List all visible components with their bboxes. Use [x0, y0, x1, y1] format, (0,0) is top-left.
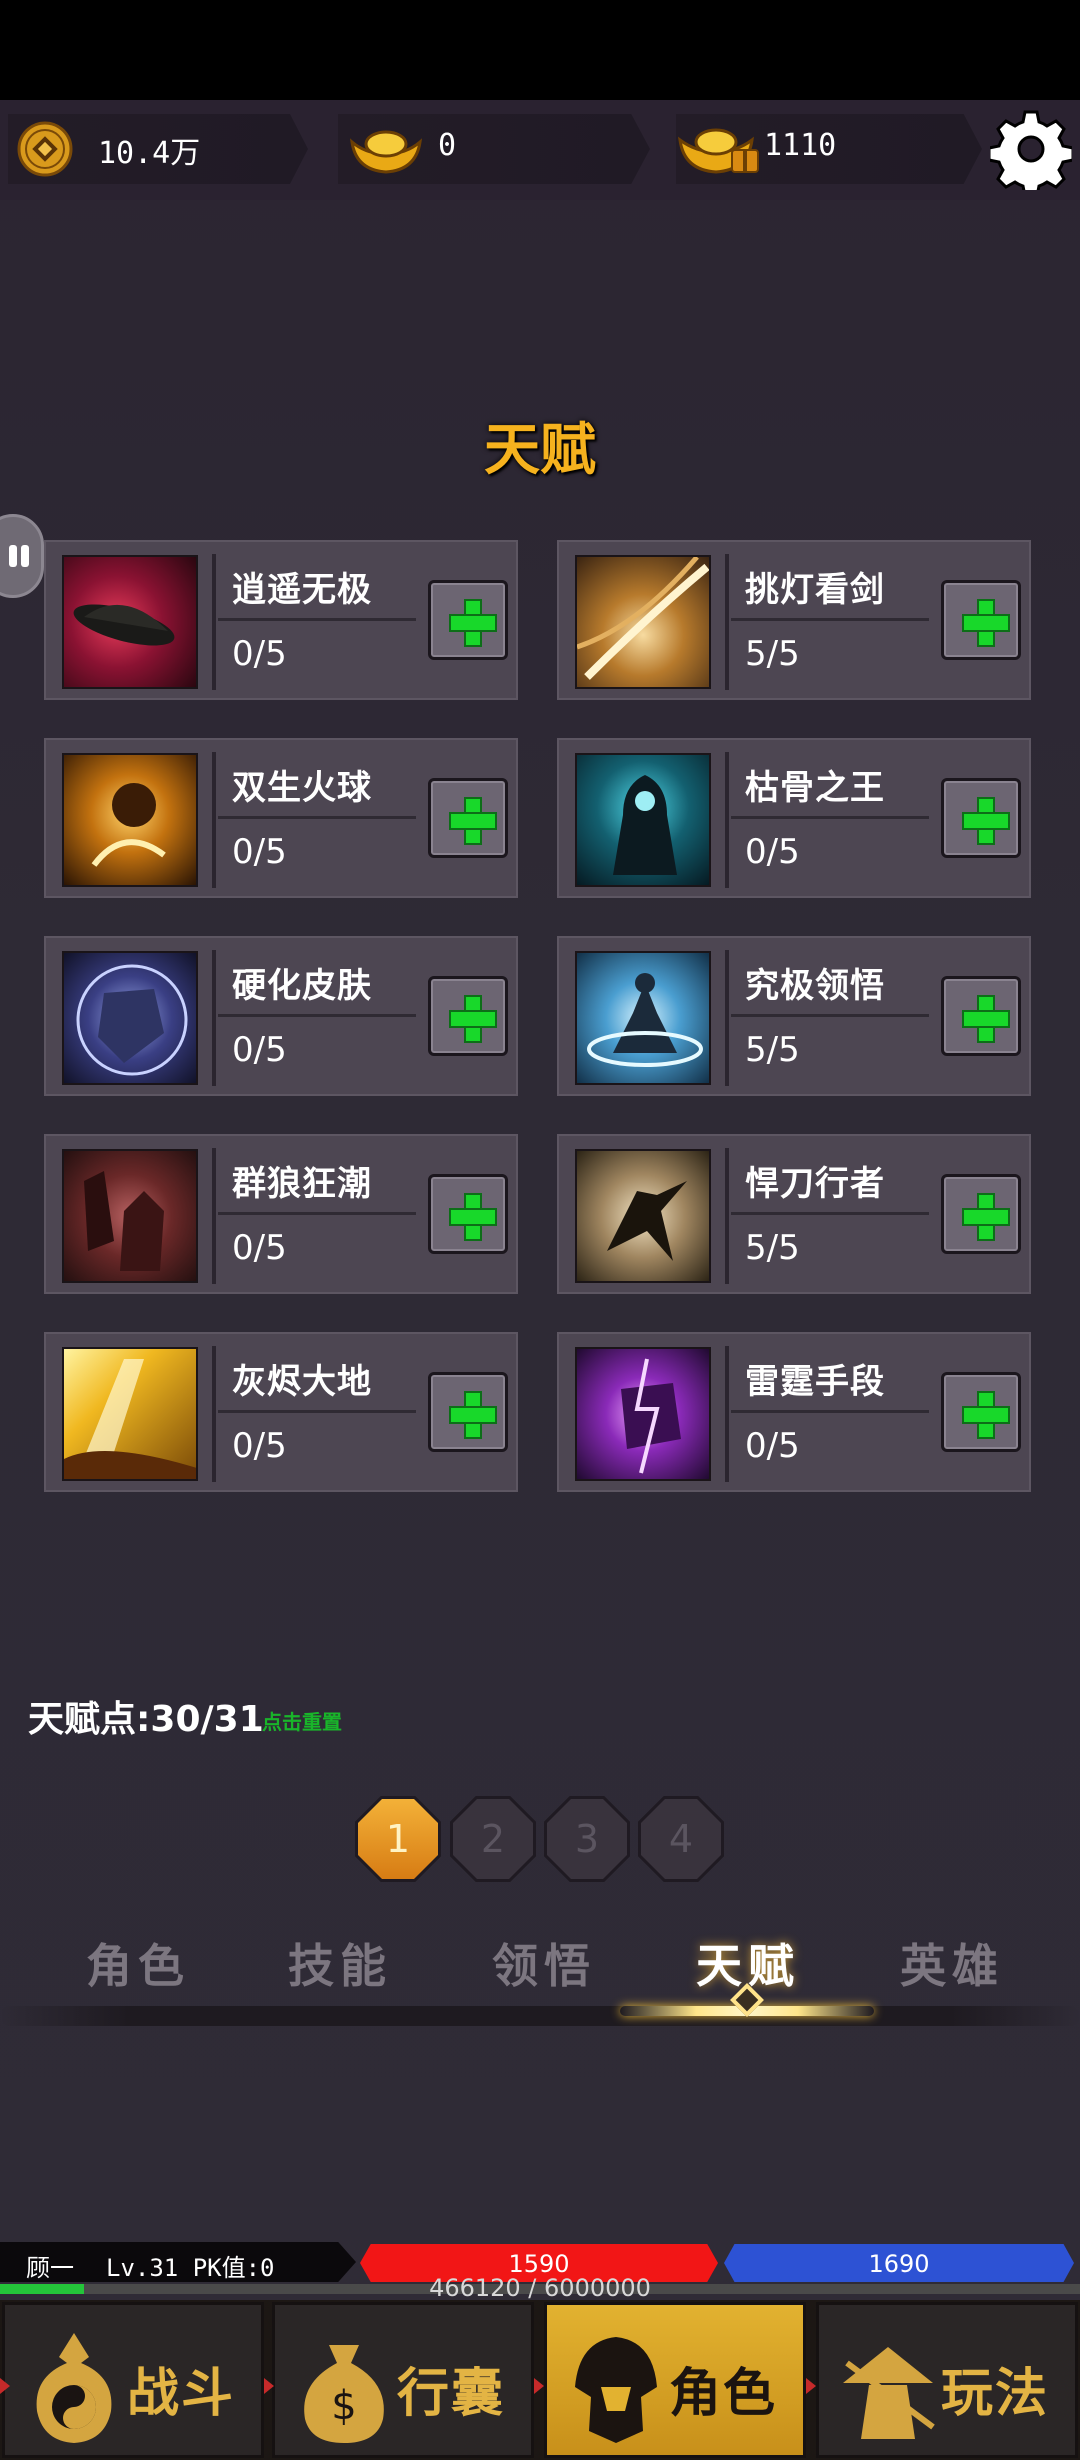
upgrade-talent-button[interactable]	[941, 976, 1021, 1056]
warrior-helmet-icon	[575, 2337, 657, 2443]
talent-name: 灰烬大地	[232, 1362, 372, 1402]
upgrade-talent-button[interactable]	[428, 1372, 508, 1452]
gift-ingot-amount: 1110	[764, 128, 837, 163]
nav-arrow-icon	[264, 2378, 274, 2394]
nav-battle[interactable]: 战斗	[2, 2302, 264, 2458]
nav-label: 行囊	[397, 2364, 506, 2424]
reset-talents-link[interactable]: 点击重置	[262, 1706, 342, 1735]
talent-level: 5/5	[745, 1030, 800, 1070]
money-bag-icon: $	[304, 2345, 384, 2443]
talent-level: 0/5	[745, 1426, 800, 1466]
talent-card: 逍遥无极 0/5	[44, 540, 518, 700]
settings-gear-icon[interactable]	[990, 108, 1072, 190]
tab-hero[interactable]: 英雄	[852, 1930, 1052, 1996]
hardened-skin-icon	[62, 951, 198, 1085]
talent-level: 0/5	[232, 1426, 287, 1466]
talent-level: 5/5	[745, 1228, 800, 1268]
nav-arrow-icon	[806, 2378, 816, 2394]
tab-comprehension[interactable]: 领悟	[444, 1930, 644, 1996]
talent-name: 挑灯看剑	[745, 570, 885, 610]
copper-currency[interactable]: 10.4万	[8, 114, 308, 184]
nav-label: 角色	[669, 2364, 778, 2424]
gold-ingot-amount: 0	[438, 128, 457, 163]
talent-card: 雷霆手段 0/5	[557, 1332, 1031, 1492]
svg-text:$: $	[331, 2383, 356, 2429]
gift-ingot-icon	[678, 128, 759, 174]
talent-card: 挑灯看剑 5/5	[557, 540, 1031, 700]
wolf-pack-icon	[62, 1149, 198, 1283]
talent-level: 0/5	[232, 832, 287, 872]
sword-slash-icon	[575, 555, 711, 689]
talent-card: 硬化皮肤 0/5	[44, 936, 518, 1096]
talent-name: 逍遥无极	[232, 570, 372, 610]
talent-name: 群狼狂潮	[232, 1164, 372, 1204]
talent-level: 0/5	[745, 832, 800, 872]
talent-name: 究极领悟	[745, 966, 885, 1006]
page-button-2[interactable]: 2	[450, 1796, 536, 1882]
page-button-1[interactable]: 1	[355, 1796, 441, 1882]
talent-name: 硬化皮肤	[232, 966, 372, 1006]
copper-coin-icon	[17, 121, 73, 177]
upgrade-talent-button[interactable]	[428, 778, 508, 858]
talent-card: 究极领悟 5/5	[557, 936, 1031, 1096]
copper-amount: 10.4万	[98, 136, 201, 171]
gold-ingot-currency[interactable]: 0	[338, 114, 650, 184]
nav-gameplay[interactable]: 玩法	[816, 2302, 1078, 2458]
blade-walker-icon	[575, 1149, 711, 1283]
talent-level: 0/5	[232, 634, 287, 674]
exp-value: 466120 / 6000000	[429, 2274, 651, 2302]
nav-arrow-icon	[534, 2378, 544, 2394]
upgrade-talent-button[interactable]	[941, 1174, 1021, 1254]
upgrade-talent-button[interactable]	[428, 580, 508, 660]
bamboo-hat-icon	[62, 555, 198, 689]
gold-ingot-icon	[349, 130, 423, 174]
upgrade-talent-button[interactable]	[941, 778, 1021, 858]
page-button-4[interactable]: 4	[638, 1796, 724, 1882]
gift-ingot-currency[interactable]: 1110	[676, 114, 982, 184]
talent-level: 0/5	[232, 1228, 287, 1268]
thunder-fist-icon	[575, 1347, 711, 1481]
straw-hat-swordsman-icon	[843, 2347, 935, 2439]
upgrade-talent-button[interactable]	[428, 1174, 508, 1254]
tab-character[interactable]: 角色	[38, 1930, 238, 1996]
talent-name: 枯骨之王	[745, 768, 885, 808]
bone-king-icon	[575, 753, 711, 887]
tab-skills[interactable]: 技能	[240, 1930, 440, 1996]
ash-earth-icon	[62, 1347, 198, 1481]
nav-label: 战斗	[127, 2364, 236, 2424]
talent-card: 群狼狂潮 0/5	[44, 1134, 518, 1294]
talent-level: 0/5	[232, 1030, 287, 1070]
meditation-icon	[575, 951, 711, 1085]
talent-card: 灰烬大地 0/5	[44, 1332, 518, 1492]
system-status-bar	[0, 0, 1080, 100]
talent-card: 悍刀行者 5/5	[557, 1134, 1031, 1294]
talent-name: 雷霆手段	[745, 1362, 885, 1402]
talent-level: 5/5	[745, 634, 800, 674]
yin-yang-gourd-icon	[36, 2333, 112, 2443]
upgrade-talent-button[interactable]	[428, 976, 508, 1056]
talent-points: 天赋点:30/31	[28, 1699, 264, 1740]
talent-card: 枯骨之王 0/5	[557, 738, 1031, 898]
floating-assistant-handle[interactable]	[0, 514, 44, 598]
talent-name: 悍刀行者	[745, 1164, 885, 1204]
talent-name: 双生火球	[232, 768, 372, 808]
upgrade-talent-button[interactable]	[941, 1372, 1021, 1452]
currency-bar: 10.4万 0 1110	[0, 100, 1080, 200]
nav-inventory[interactable]: $ 行囊	[272, 2302, 534, 2458]
nav-arrow-icon	[0, 2378, 10, 2394]
tab-track	[0, 2006, 1080, 2026]
page-title: 天赋	[484, 418, 596, 483]
nav-label: 玩法	[941, 2364, 1050, 2424]
twin-fireball-icon	[62, 753, 198, 887]
talent-card: 双生火球 0/5	[44, 738, 518, 898]
page-button-3[interactable]: 3	[544, 1796, 630, 1882]
nav-character[interactable]: 角色	[544, 2302, 806, 2458]
upgrade-talent-button[interactable]	[941, 580, 1021, 660]
